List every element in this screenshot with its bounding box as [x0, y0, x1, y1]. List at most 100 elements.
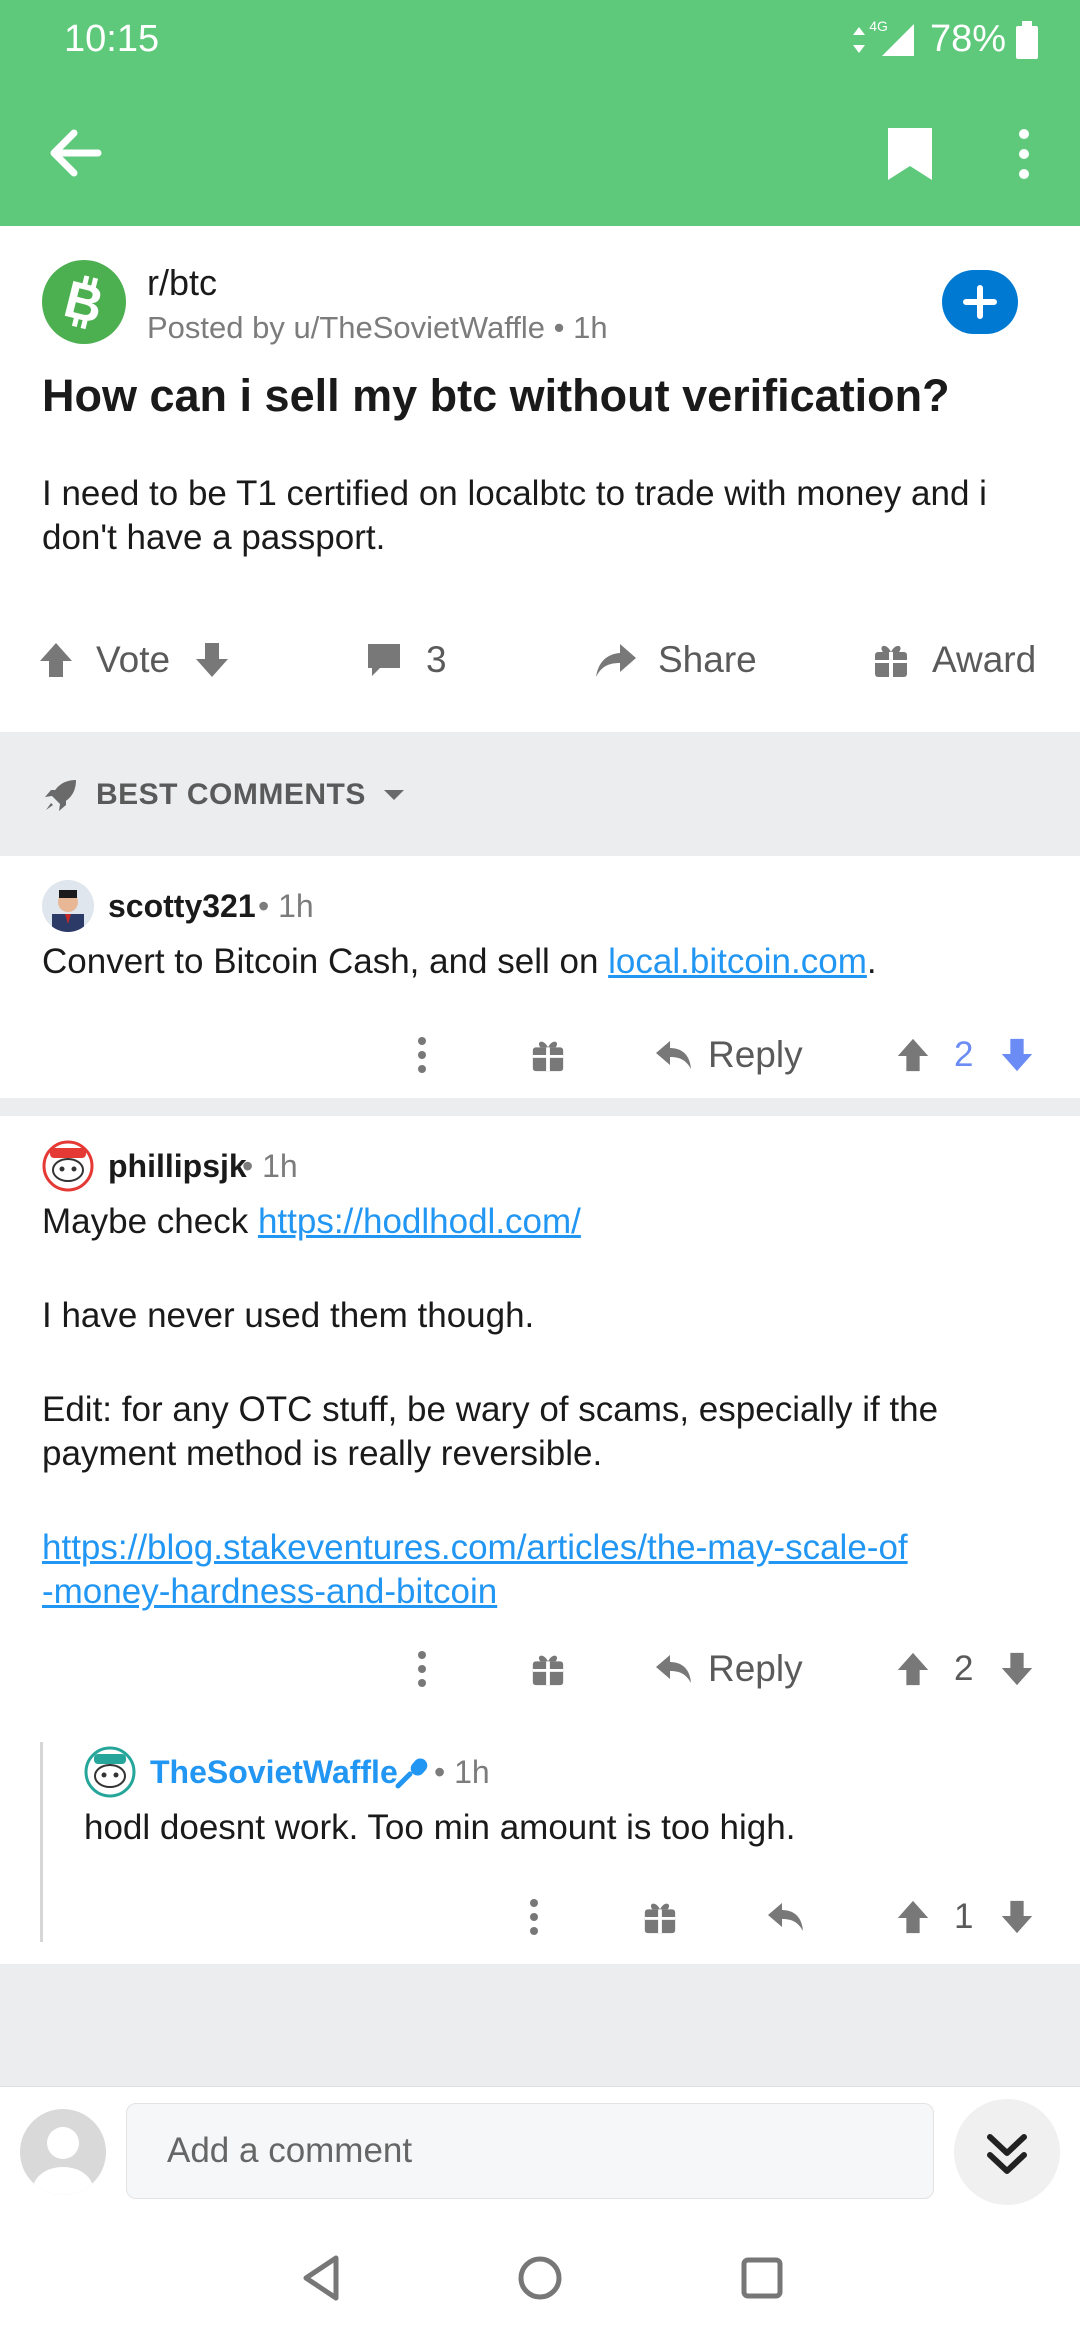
- avatar[interactable]: [42, 1140, 94, 1192]
- award-button[interactable]: Award: [872, 620, 1036, 700]
- gift-icon: [532, 1041, 564, 1072]
- comment-count: 3: [426, 639, 447, 680]
- comment-actions: 1: [0, 1882, 1080, 1952]
- nav-home-button[interactable]: [510, 2248, 570, 2308]
- comment-award-button[interactable]: [530, 1634, 566, 1704]
- feed-end-band: [0, 1964, 1080, 2086]
- back-button[interactable]: [40, 118, 110, 188]
- bookmark-button[interactable]: [880, 124, 940, 184]
- post-actions: Vote 3 Share Award: [0, 620, 1080, 700]
- vote-group: Vote: [36, 620, 232, 700]
- share-label: Share: [658, 639, 757, 680]
- comments-button[interactable]: 3: [364, 620, 447, 700]
- comment-score: 2: [954, 1649, 974, 1688]
- comment-text-end: .: [866, 942, 877, 981]
- gift-icon: [532, 1655, 564, 1686]
- share-button[interactable]: Share: [594, 620, 757, 700]
- snoo-avatar-icon: [84, 1746, 136, 1798]
- comment-link-block[interactable]: https://blog.stakeventures.com/articles/…: [42, 1526, 1042, 1614]
- collapse-comments-button[interactable]: [954, 2099, 1060, 2205]
- comment-award-button[interactable]: [642, 1882, 678, 1952]
- comment-text: hodl doesnt work. Too min amount is too …: [84, 1808, 796, 1847]
- op-badge: [394, 1754, 434, 1795]
- share-arrow-icon: [596, 644, 636, 677]
- comment-author[interactable]: scotty321: [108, 888, 256, 925]
- downvote-icon[interactable]: [192, 640, 232, 680]
- comment-actions: Reply 2: [0, 1020, 1080, 1090]
- comment-reply-button[interactable]: Reply: [654, 1020, 803, 1090]
- comment-reply-button[interactable]: [766, 1882, 806, 1952]
- comment-author-op[interactable]: TheSovietWaffle: [150, 1754, 398, 1791]
- comment-thesovietwaffle: TheSovietWaffle • 1h hodl doesnt work. T…: [0, 1742, 1080, 1952]
- comment-paragraph: I have never used them though.: [42, 1296, 535, 1335]
- upvote-icon: [897, 1038, 929, 1072]
- sort-dropdown[interactable]: BEST COMMENTS: [42, 776, 406, 814]
- network-label: 4G: [869, 17, 888, 34]
- plus-icon: [963, 285, 997, 319]
- comment-link[interactable]: https://blog.stakeventures.com/articles/…: [42, 1526, 1042, 1570]
- comment-body: Convert to Bitcoin Cash, and sell on loc…: [42, 940, 1042, 984]
- upvote-icon: [897, 1652, 929, 1686]
- battery-percent: 78%: [929, 18, 1006, 60]
- nav-back-button[interactable]: [292, 2248, 352, 2308]
- comment-score: 1: [954, 1897, 974, 1936]
- post-meta[interactable]: Posted by u/TheSovietWaffle • 1h: [147, 310, 608, 346]
- avatar[interactable]: [42, 880, 94, 932]
- join-subreddit-button[interactable]: [942, 270, 1018, 334]
- comment-text: Maybe check: [42, 1202, 258, 1241]
- comment-more-button[interactable]: [406, 1020, 438, 1090]
- subreddit-avatar[interactable]: B: [42, 260, 126, 344]
- comment-paragraph: Edit: for any OTC stuff, be wary of scam…: [42, 1390, 939, 1473]
- gift-icon: [644, 1903, 676, 1934]
- gift-icon: [875, 645, 907, 677]
- comment-upvote-button[interactable]: [894, 1634, 932, 1704]
- reply-arrow-icon: [768, 1903, 803, 1931]
- avatar[interactable]: [84, 1746, 136, 1798]
- system-nav-bar: [0, 2216, 1080, 2340]
- post-header: B r/btc Posted by u/TheSovietWaffle • 1h: [42, 260, 1042, 350]
- comment-downvote-button[interactable]: [998, 1882, 1036, 1952]
- snoo-avatar-icon: [42, 1140, 94, 1192]
- comment-downvote-button[interactable]: [998, 1020, 1036, 1090]
- comment-more-button[interactable]: [518, 1882, 550, 1952]
- add-comment-input[interactable]: Add a comment: [126, 2103, 934, 2199]
- status-icons: 4G 78%: [851, 18, 1038, 61]
- upvote-icon: [897, 1900, 929, 1934]
- comment-upvote-button[interactable]: [894, 1020, 932, 1090]
- comment-body: Maybe check https://hodlhodl.com/ I have…: [42, 1200, 1042, 1614]
- data-arrows-icon: [853, 26, 866, 53]
- comment-separator: [0, 1098, 1080, 1116]
- triangle-back-icon: [303, 2255, 339, 2301]
- bookmark-icon: [888, 128, 932, 180]
- comment-scotty321: scotty321 • 1h Convert to Bitcoin Cash, …: [0, 876, 1080, 1096]
- comment-link[interactable]: -money-hardness-and-bitcoin: [42, 1570, 1042, 1614]
- comment-upvote-button[interactable]: [894, 1882, 932, 1952]
- compose-bar: Add a comment: [0, 2086, 1080, 2216]
- comment-downvote-button[interactable]: [998, 1634, 1036, 1704]
- rocket-icon: [45, 780, 76, 811]
- double-chevron-down-icon: [987, 2134, 1027, 2174]
- app-header: 10:15 4G 78%: [0, 0, 1080, 226]
- comment-actions: Reply 2: [0, 1634, 1080, 1704]
- bitcoin-logo-icon: B: [59, 270, 109, 335]
- vote-label: Vote: [96, 639, 171, 680]
- comment-time: • 1h: [258, 888, 314, 924]
- comment-more-button[interactable]: [406, 1634, 438, 1704]
- reply-arrow-icon: [656, 1041, 691, 1069]
- comment-author[interactable]: phillipsjk: [108, 1148, 247, 1185]
- comment-score: 2: [954, 1035, 974, 1074]
- upvote-icon[interactable]: [36, 640, 76, 680]
- arrow-left-icon: [50, 129, 102, 177]
- comment-link[interactable]: https://hodlhodl.com/: [258, 1202, 581, 1241]
- more-options-button[interactable]: [1004, 124, 1044, 184]
- my-avatar[interactable]: [20, 2109, 106, 2195]
- subreddit-name[interactable]: r/btc: [147, 262, 217, 304]
- reply-arrow-icon: [656, 1655, 691, 1683]
- more-vertical-icon: [418, 1037, 426, 1073]
- nav-recents-button[interactable]: [732, 2248, 792, 2308]
- post-body: I need to be T1 certified on localbtc to…: [42, 474, 987, 557]
- comment-reply-button[interactable]: Reply: [654, 1634, 803, 1704]
- comment-award-button[interactable]: [530, 1020, 566, 1090]
- award-label: Award: [932, 639, 1037, 680]
- comment-link[interactable]: local.bitcoin.com: [608, 942, 867, 981]
